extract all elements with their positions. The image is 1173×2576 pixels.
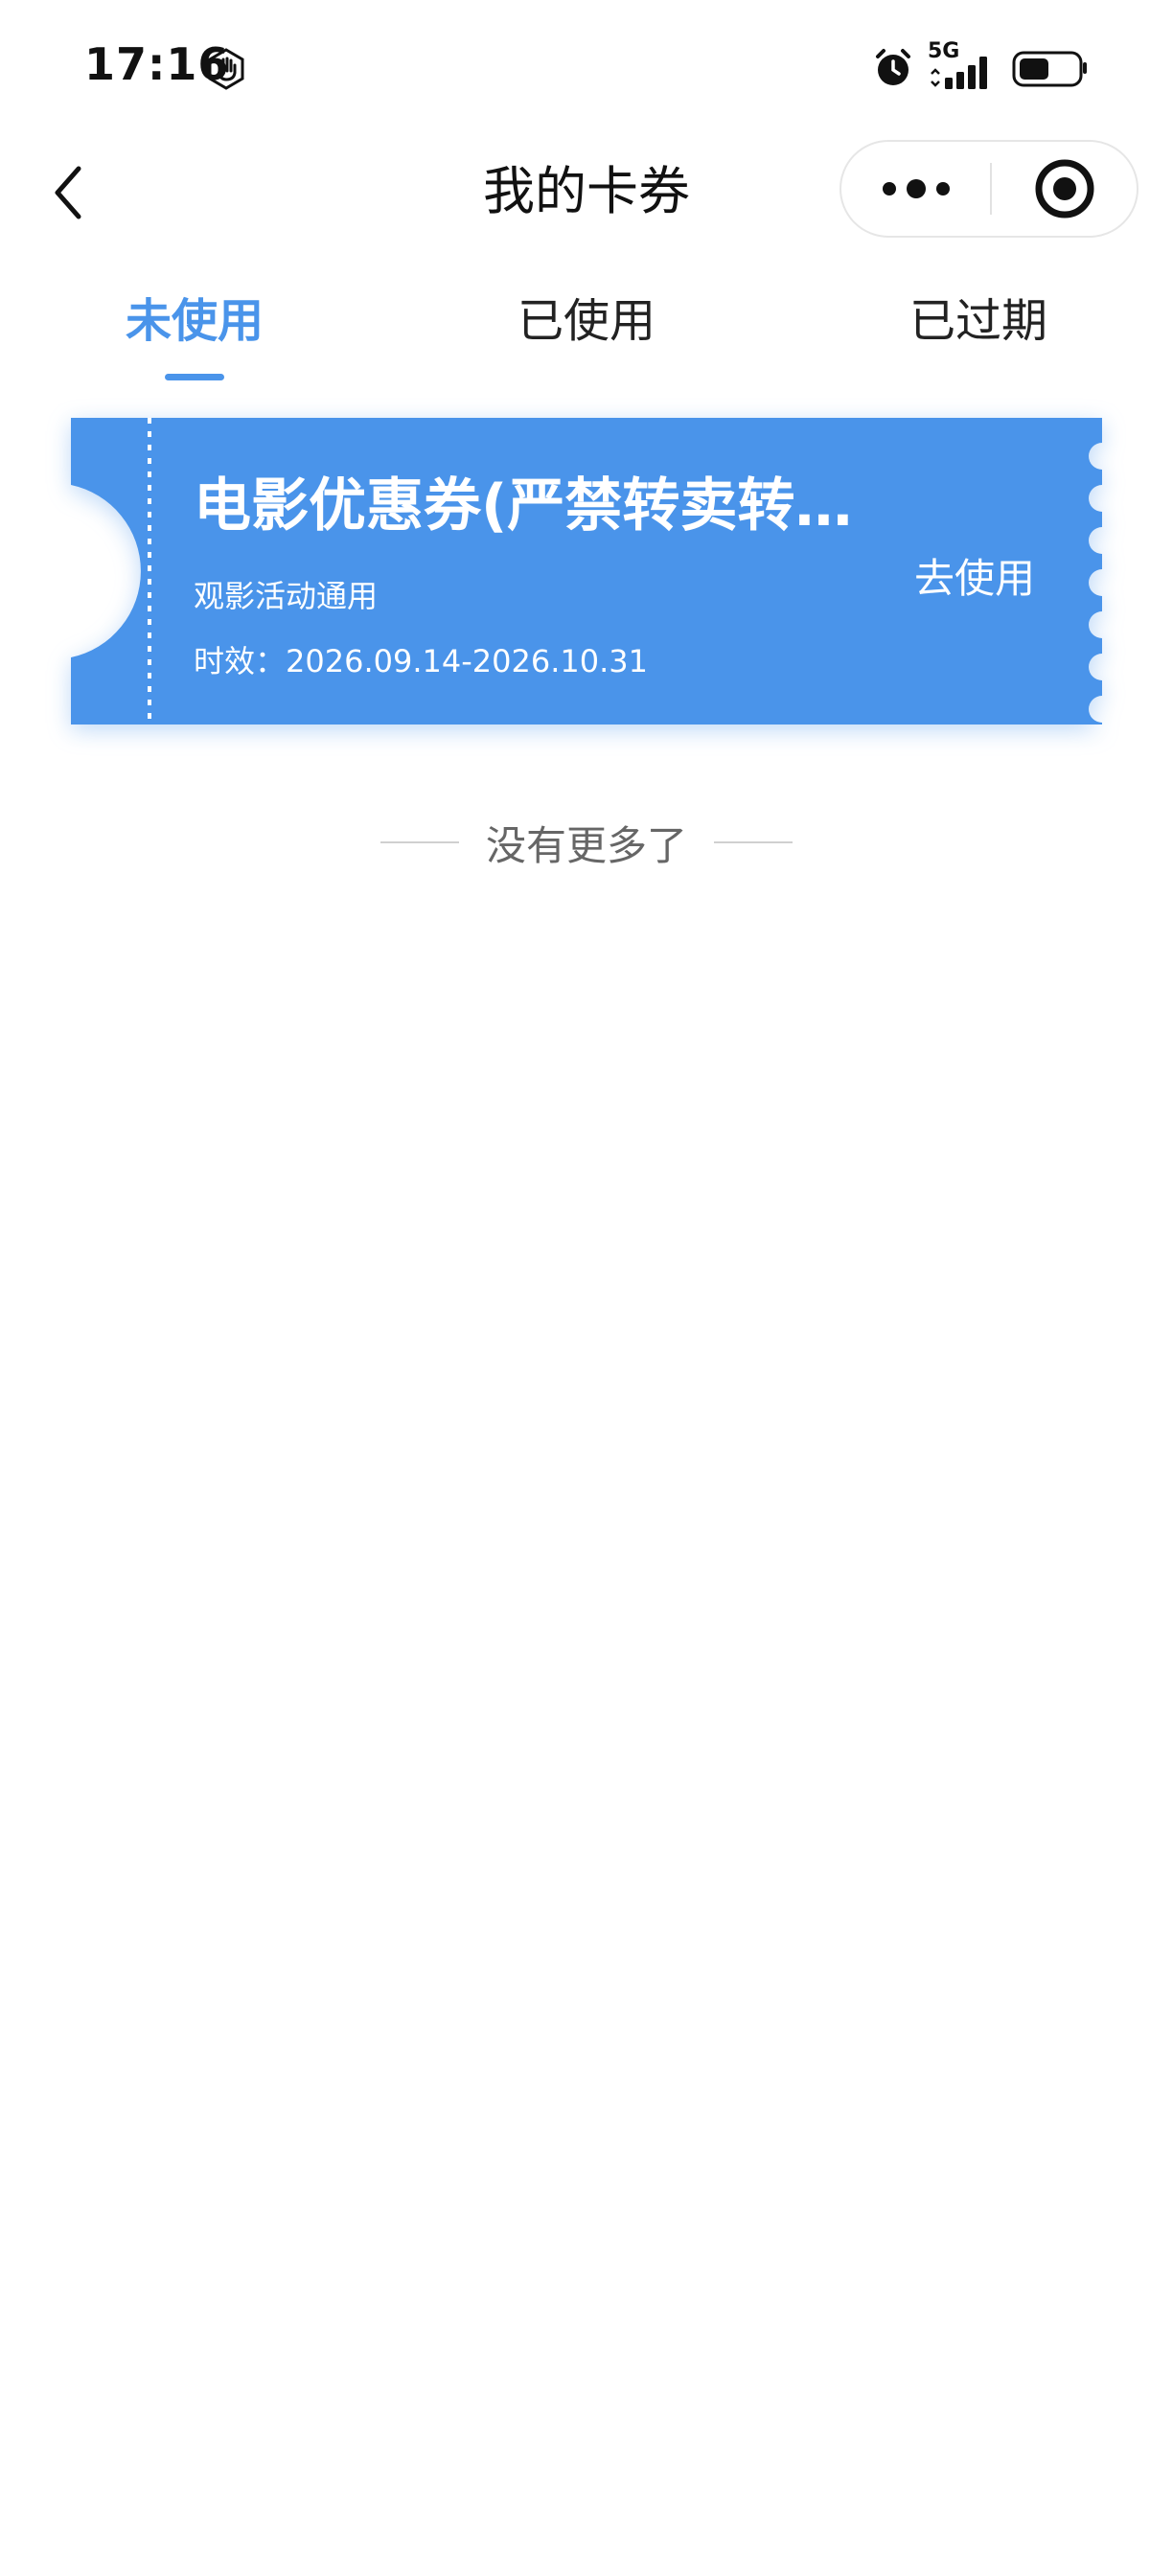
status-bar: 17:16 5G xyxy=(0,0,1173,134)
divider-right xyxy=(714,841,793,843)
active-tab-indicator xyxy=(165,374,224,380)
more-dots-icon[interactable] xyxy=(841,142,990,236)
tab-expired[interactable]: 已过期 xyxy=(854,278,1103,364)
coupon-validity: 时效：2026.09.14-2026.10.31 xyxy=(194,643,648,679)
coupon-card[interactable]: 电影优惠券(严禁转卖转… 观影活动通用 时效：2026.09.14-2026.1… xyxy=(71,418,1102,724)
alarm-icon xyxy=(876,49,910,85)
coupon-subtitle: 观影活动通用 xyxy=(194,578,379,614)
tab-used[interactable]: 已使用 xyxy=(462,278,711,364)
signal-icon xyxy=(931,57,987,89)
use-coupon-button[interactable]: 去使用 xyxy=(914,550,1035,608)
coupon-title: 电影优惠券(严禁转卖转… xyxy=(194,472,853,540)
target-close-icon[interactable] xyxy=(992,142,1137,236)
list-end-indicator: 没有更多了 xyxy=(0,811,1173,874)
coupon-status-tabs: 未使用 已使用 已过期 xyxy=(0,278,1173,383)
network-indicator: 5G xyxy=(928,39,999,91)
battery-icon xyxy=(1012,51,1087,87)
status-icons: 5G xyxy=(872,39,1089,92)
no-more-text: 没有更多了 xyxy=(485,821,687,869)
navigation-bar: 我的卡券 xyxy=(0,134,1173,249)
divider-left xyxy=(380,841,459,843)
tab-unused[interactable]: 未使用 xyxy=(70,278,319,364)
my-coupons-page: 17:16 5G 我的卡券 未使用 已使用 已过期 电影优惠券(严禁转卖转… 观… xyxy=(0,0,1173,2576)
hand-stop-icon xyxy=(208,48,244,90)
mini-program-capsule xyxy=(840,140,1138,238)
